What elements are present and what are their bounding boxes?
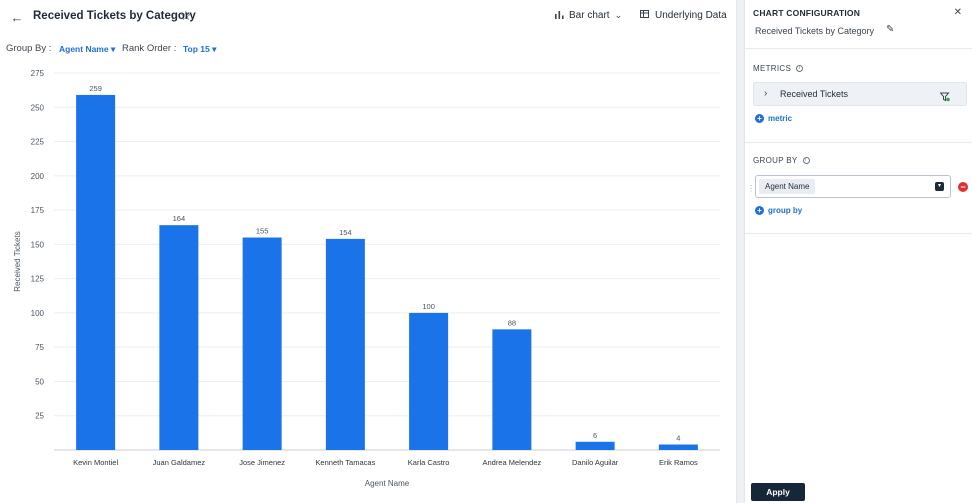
- star-outline-icon: ☆: [180, 8, 192, 23]
- bar-chart-icon: [555, 10, 564, 21]
- plus-circle-icon: +: [755, 206, 764, 215]
- dropdown-icon[interactable]: ▾: [935, 182, 944, 191]
- group-by-section-label: GROUP BY i: [753, 156, 810, 165]
- chart-type-label: Bar chart: [569, 10, 610, 21]
- divider: [745, 48, 972, 49]
- y-tick-label: 50: [35, 377, 44, 386]
- y-tick-label: 75: [35, 343, 44, 352]
- bar-chart: 25 50 75 100 125 150 175 200 225 250 275 259 Kevin M…: [13, 69, 720, 488]
- group-by-chip: Agent Name: [759, 179, 816, 194]
- metrics-section-label: METRICS i: [753, 64, 804, 73]
- chevron-right-icon: ›: [764, 88, 768, 99]
- chart-name: Received Tickets by Category: [755, 26, 875, 36]
- add-group-by-label: group by: [768, 206, 803, 215]
- y-tick-label: 225: [31, 138, 45, 147]
- data-label: 4: [676, 434, 680, 443]
- close-icon[interactable]: ✕: [954, 7, 962, 18]
- data-label: 88: [508, 318, 516, 327]
- drag-handle-icon[interactable]: ⋮: [747, 184, 755, 193]
- add-metric-label: metric: [768, 114, 793, 123]
- metric-item[interactable]: › Received Tickets: [753, 82, 967, 106]
- rank-order-select[interactable]: Top 15 ▾: [183, 44, 216, 55]
- y-tick-label: 275: [31, 69, 45, 78]
- x-tick-label: Kevin Montiel: [73, 458, 118, 467]
- data-label: 155: [256, 227, 269, 236]
- bar: [325, 238, 365, 450]
- chart-panel: ← Received Tickets by Category ☆ Bar cha…: [0, 0, 737, 503]
- group-by-field[interactable]: Agent Name ▾: [755, 175, 951, 198]
- y-tick-label: 125: [31, 275, 45, 284]
- plus-circle-icon: +: [755, 114, 764, 123]
- chart-toolbar: Group By : Agent Name ▾ Rank Order : Top…: [0, 40, 737, 58]
- y-tick-label: 250: [31, 103, 45, 112]
- x-axis-title: Agent Name: [365, 479, 410, 488]
- rank-order-label: Rank Order :: [122, 43, 177, 54]
- bar: [575, 441, 615, 450]
- y-tick-label: 200: [31, 172, 45, 181]
- filter-icon[interactable]: [939, 89, 950, 102]
- data-label: 259: [89, 84, 102, 93]
- y-tick-label: 150: [31, 240, 45, 249]
- x-tick-label: Karla Castro: [408, 458, 450, 467]
- group-by-value: Agent Name: [59, 44, 109, 54]
- group-by-label: Group By :: [6, 43, 52, 54]
- x-tick-label: Juan Galdamez: [153, 458, 206, 467]
- divider: [745, 233, 972, 234]
- add-metric-button[interactable]: + metric: [755, 114, 792, 123]
- x-tick-label: Erik Ramos: [659, 458, 698, 467]
- divider: [745, 142, 972, 143]
- chart-type-dropdown[interactable]: Bar chart ⌄: [555, 10, 622, 21]
- favorite-button[interactable]: ☆: [180, 8, 194, 24]
- x-tick-label: Jose Jimenez: [239, 458, 285, 467]
- info-icon: i: [796, 65, 804, 73]
- y-tick-label: 100: [31, 309, 45, 318]
- back-button[interactable]: ←: [8, 8, 26, 26]
- remove-group-by-button[interactable]: −: [958, 182, 968, 192]
- apply-button[interactable]: Apply: [751, 483, 805, 501]
- bar: [658, 444, 698, 450]
- caret-down-icon: ▾: [212, 44, 217, 54]
- underlying-data-label: Underlying Data: [655, 10, 727, 21]
- chart-header: ← Received Tickets by Category ☆ Bar cha…: [0, 0, 737, 34]
- group-by-section-text: GROUP BY: [753, 156, 798, 165]
- metrics-label: METRICS: [753, 64, 792, 73]
- config-title: CHART CONFIGURATION: [753, 8, 861, 18]
- arrow-left-icon: ←: [10, 9, 24, 25]
- bar: [159, 225, 199, 450]
- config-panel: CHART CONFIGURATION ✕ Received Tickets b…: [744, 0, 972, 503]
- x-tick-label: Danilo Aguilar: [572, 458, 619, 467]
- bar: [409, 312, 449, 450]
- y-axis-title: Received Tickets: [13, 231, 22, 291]
- x-tick-label: Andrea Melendez: [482, 458, 541, 467]
- y-tick-label: 175: [31, 206, 45, 215]
- chevron-down-icon: ⌄: [614, 10, 623, 20]
- y-tick-label: 25: [35, 412, 44, 421]
- pencil-icon[interactable]: ✎: [886, 24, 894, 35]
- group-by-select[interactable]: Agent Name ▾: [59, 44, 115, 55]
- table-icon: [640, 10, 650, 21]
- x-tick-label: Kenneth Tamacas: [315, 458, 375, 467]
- app-root: ← Received Tickets by Category ☆ Bar cha…: [0, 0, 972, 503]
- caret-down-icon: ▾: [110, 44, 116, 54]
- page-title: Received Tickets by Category: [33, 10, 196, 22]
- bar: [492, 329, 532, 450]
- data-label: 100: [422, 302, 435, 311]
- data-label: 164: [173, 214, 186, 223]
- underlying-data-button[interactable]: Underlying Data: [640, 10, 727, 21]
- add-group-by-button[interactable]: + group by: [755, 206, 802, 215]
- data-label: 6: [593, 431, 597, 440]
- bar: [242, 237, 282, 450]
- metric-label: Received Tickets: [780, 89, 849, 99]
- bar: [76, 94, 116, 450]
- rank-order-value: Top 15: [183, 44, 210, 54]
- info-icon: i: [802, 157, 810, 165]
- data-label: 154: [339, 228, 352, 237]
